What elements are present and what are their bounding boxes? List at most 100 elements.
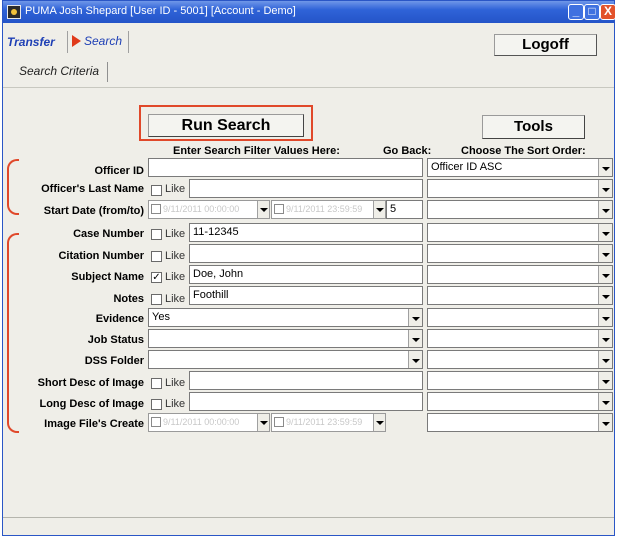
sort-start-date-select[interactable]: [427, 200, 613, 219]
sort-officer-id-select[interactable]: Officer ID ASC: [427, 158, 613, 177]
chevron-down-icon: [598, 372, 612, 389]
chevron-down-icon: [598, 180, 612, 197]
status-divider: [3, 517, 614, 518]
chevron-down-icon: [257, 414, 269, 431]
short-desc-like-checkbox[interactable]: [151, 378, 162, 389]
sort-short-desc-select[interactable]: [427, 371, 613, 390]
sort-job-status-select[interactable]: [427, 329, 613, 348]
arrow-right-icon: [72, 35, 81, 47]
start-date-from-picker[interactable]: 9/11/2011 00:00:00: [148, 200, 270, 219]
image-create-from-value: 9/11/2011 00:00:00: [163, 417, 240, 427]
like-label: Like: [165, 398, 186, 410]
sort-officer-last-name-select[interactable]: [427, 179, 613, 198]
image-create-to-checkbox[interactable]: [274, 417, 284, 427]
sort-notes-select[interactable]: [427, 286, 613, 305]
tab-strip: Transfer Search Logoff: [3, 23, 614, 57]
like-label: Like: [165, 293, 186, 305]
image-create-from-checkbox[interactable]: [151, 417, 161, 427]
logoff-button[interactable]: Logoff: [494, 34, 597, 56]
start-date-to-checkbox[interactable]: [274, 204, 284, 214]
image-create-from-picker[interactable]: 9/11/2011 00:00:00: [148, 413, 270, 432]
dss-folder-select[interactable]: [148, 350, 423, 369]
chevron-down-icon: [373, 201, 385, 218]
long-desc-like-checkbox[interactable]: [151, 399, 162, 410]
minimize-button[interactable]: _: [568, 4, 584, 20]
chevron-down-icon: [598, 393, 612, 410]
like-label: Like: [165, 271, 186, 283]
chevron-down-icon: [598, 287, 612, 304]
sort-dss-folder-select[interactable]: [427, 350, 613, 369]
start-date-from-checkbox[interactable]: [151, 204, 161, 214]
start-date-from-value: 9/11/2011 00:00:00: [163, 204, 240, 214]
short-desc-input[interactable]: [189, 371, 423, 390]
run-search-button[interactable]: Run Search: [148, 114, 304, 137]
chevron-down-icon: [598, 309, 612, 326]
chevron-down-icon: [598, 330, 612, 347]
image-create-to-picker[interactable]: 9/11/2011 23:59:59: [271, 413, 386, 432]
chevron-down-icon: [598, 414, 612, 431]
tab-search[interactable]: Search: [67, 31, 130, 53]
annotation-bracket-top: [7, 159, 19, 215]
notes-label: Notes: [113, 293, 144, 305]
citation-number-like-checkbox[interactable]: [151, 251, 162, 262]
like-label: Like: [165, 183, 186, 195]
sort-long-desc-select[interactable]: [427, 392, 613, 411]
subject-name-like-checkbox[interactable]: ✓: [151, 272, 162, 283]
sort-officer-id-value: Officer ID ASC: [431, 161, 503, 173]
sort-subject-name-select[interactable]: [427, 265, 613, 284]
sort-evidence-select[interactable]: [427, 308, 613, 327]
go-back-input[interactable]: 5: [386, 200, 423, 219]
title-bar[interactable]: PUMA Josh Shepard [User ID - 5001] [Acco…: [3, 1, 616, 23]
tab-transfer[interactable]: Transfer: [7, 35, 55, 49]
maximize-button[interactable]: □: [584, 4, 600, 20]
app-window: PUMA Josh Shepard [User ID - 5001] [Acco…: [2, 0, 616, 536]
close-button[interactable]: X: [600, 4, 616, 20]
officer-last-name-input[interactable]: [189, 179, 423, 198]
close-icon: X: [603, 4, 612, 18]
like-label: Like: [165, 250, 186, 262]
start-date-label: Start Date (from/to): [43, 205, 144, 217]
evidence-value: Yes: [152, 311, 170, 323]
like-label: Like: [165, 228, 186, 240]
officer-id-input[interactable]: [148, 158, 423, 177]
chevron-down-icon: [408, 309, 422, 326]
sort-case-number-select[interactable]: [427, 223, 613, 242]
subject-name-input[interactable]: Doe, John: [189, 265, 423, 284]
tab-search-criteria[interactable]: Search Criteria: [11, 62, 109, 82]
sort-image-create-select[interactable]: [427, 413, 613, 432]
tools-button[interactable]: Tools: [482, 115, 585, 139]
citation-number-label: Citation Number: [58, 250, 144, 262]
dss-folder-label: DSS Folder: [84, 355, 144, 367]
notes-input[interactable]: Foothill: [189, 286, 423, 305]
officer-last-name-label: Officer's Last Name: [41, 183, 144, 195]
minimize-icon: _: [572, 4, 580, 18]
subtab-divider: [3, 87, 614, 88]
evidence-select[interactable]: Yes: [148, 308, 423, 327]
sort-citation-number-select[interactable]: [427, 244, 613, 263]
long-desc-input[interactable]: [189, 392, 423, 411]
notes-like-checkbox[interactable]: [151, 294, 162, 305]
case-number-like-checkbox[interactable]: [151, 229, 162, 240]
chevron-down-icon: [598, 245, 612, 262]
subject-name-label: Subject Name: [71, 271, 144, 283]
citation-number-input[interactable]: [189, 244, 423, 263]
chevron-down-icon: [408, 330, 422, 347]
short-desc-label: Short Desc of Image: [37, 377, 144, 389]
chevron-down-icon: [598, 266, 612, 283]
sort-header: Choose The Sort Order:: [461, 145, 586, 157]
evidence-label: Evidence: [95, 313, 144, 325]
start-date-to-picker[interactable]: 9/11/2011 23:59:59: [271, 200, 386, 219]
filter-header: Enter Search Filter Values Here:: [173, 145, 340, 157]
case-number-input[interactable]: 11-12345: [189, 223, 423, 242]
officer-last-name-like-checkbox[interactable]: [151, 185, 162, 196]
image-create-to-value: 9/11/2011 23:59:59: [286, 417, 363, 427]
job-status-select[interactable]: [148, 329, 423, 348]
window-title: PUMA Josh Shepard [User ID - 5001] [Acco…: [25, 5, 296, 17]
app-icon: [7, 5, 21, 19]
chevron-down-icon: [598, 224, 612, 241]
chevron-down-icon: [408, 351, 422, 368]
long-desc-label: Long Desc of Image: [39, 398, 144, 410]
annotation-bracket-main: [7, 233, 19, 433]
officer-id-label: Officer ID: [94, 165, 144, 177]
maximize-icon: □: [588, 4, 596, 18]
